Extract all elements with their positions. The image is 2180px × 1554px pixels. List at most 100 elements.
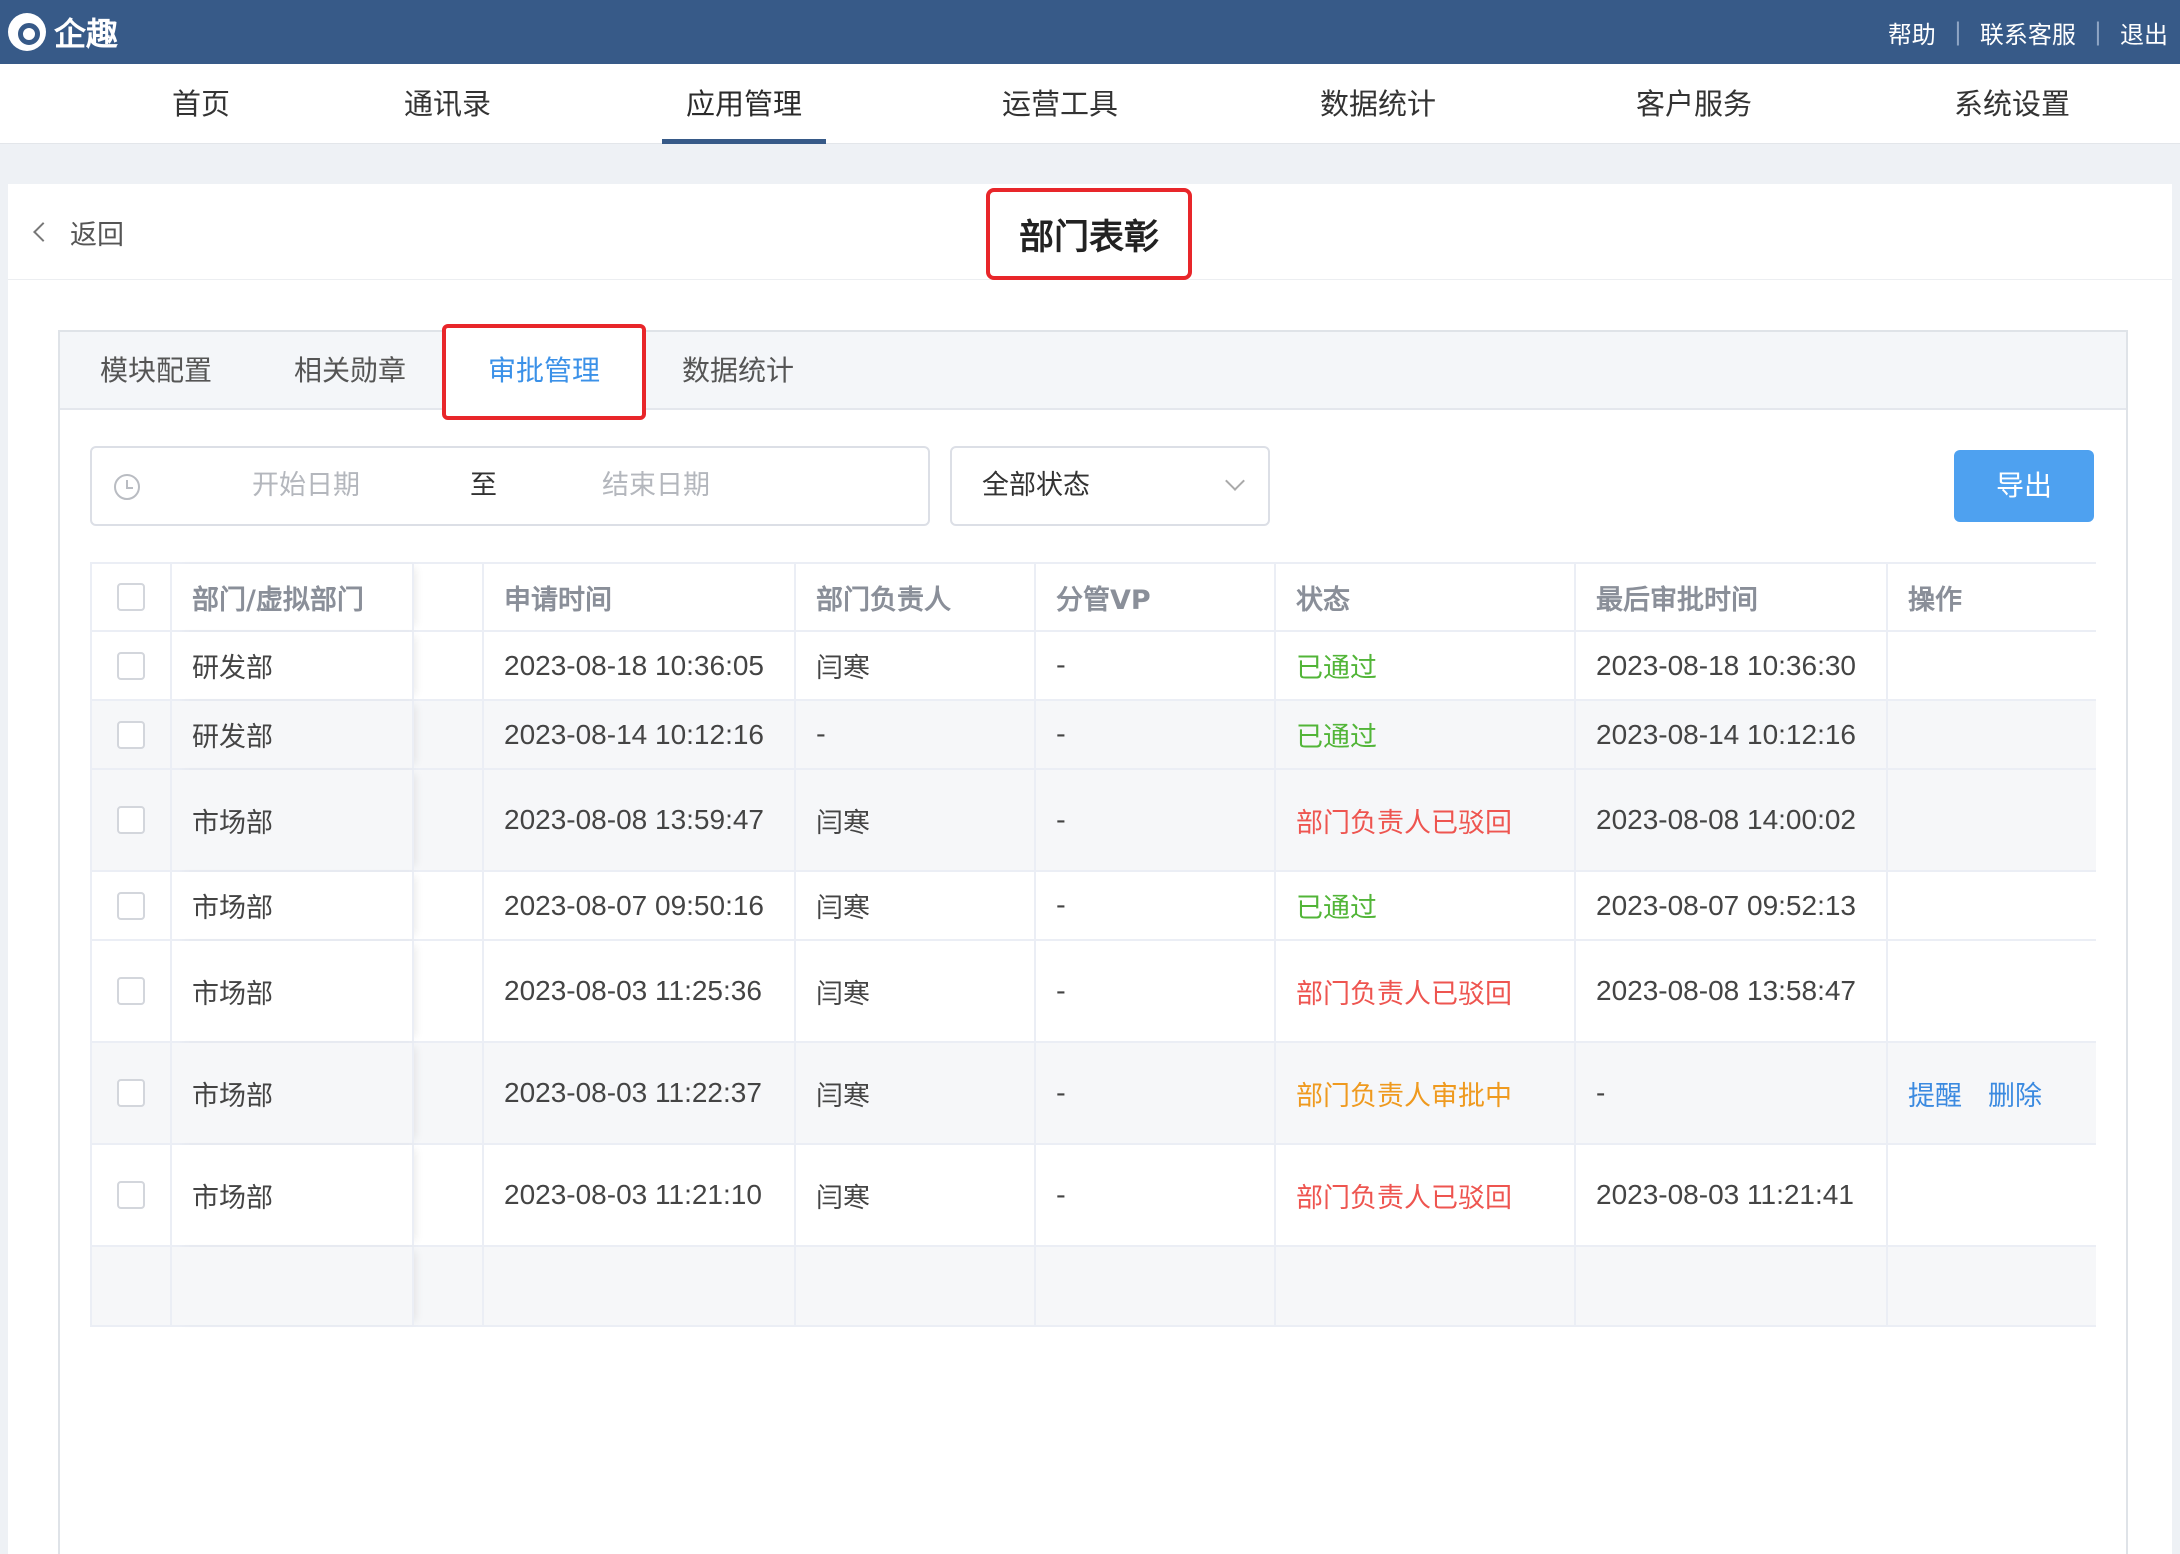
select-all-cell	[92, 564, 172, 630]
status-select-value: 全部状态	[982, 470, 1090, 501]
dept-cell: 市场部	[172, 770, 414, 870]
start-date-input[interactable]: 开始日期	[252, 448, 360, 524]
tab-related-medals[interactable]: 相关勋章	[294, 332, 406, 410]
row-select-cell	[92, 1145, 172, 1245]
divider: |	[2093, 18, 2102, 46]
date-range-picker[interactable]: 开始日期 至 结束日期	[90, 446, 930, 526]
clock-icon	[114, 474, 140, 500]
dept-cell: 研发部	[172, 701, 414, 768]
dept-cell: 市场部	[172, 941, 414, 1041]
actions-cell: 提醒 删除	[1888, 1043, 2096, 1143]
export-button[interactable]: 导出	[1954, 450, 2094, 522]
dept-cell	[172, 1247, 414, 1325]
help-link[interactable]: 帮助	[1888, 15, 1936, 50]
select-all-checkbox[interactable]	[117, 583, 145, 611]
nav-data-statistics[interactable]: 数据统计	[1320, 64, 1436, 144]
dept-owner-cell: 闫寒	[796, 1043, 1036, 1143]
app-logo[interactable]: 企趣	[8, 12, 119, 53]
status-cell: 已通过	[1276, 872, 1576, 939]
spacer-cell	[414, 632, 484, 699]
table-row: 市场部 2023-08-03 11:22:37 闫寒 - 部门负责人审批中 - …	[92, 1043, 2096, 1145]
tab-panel: 模块配置 相关勋章 审批管理 数据统计 开始日期 至 结束日期 全部状态 导出 …	[58, 324, 2128, 1554]
column-header-dept-owner: 部门负责人	[796, 564, 1036, 630]
apply-time-cell: 2023-08-08 13:59:47	[484, 770, 796, 870]
status-select[interactable]: 全部状态	[950, 446, 1270, 526]
row-select-cell	[92, 872, 172, 939]
dept-owner-cell: -	[796, 701, 1036, 768]
nav-home[interactable]: 首页	[172, 64, 230, 144]
logo-icon	[8, 13, 46, 51]
row-select-cell	[92, 1043, 172, 1143]
row-checkbox[interactable]	[117, 720, 145, 749]
status-cell: 部门负责人审批中	[1276, 1043, 1576, 1143]
actions-cell	[1888, 632, 2096, 699]
app-name: 企趣	[54, 15, 119, 53]
actions-cell	[1888, 770, 2096, 870]
remind-link[interactable]: 提醒	[1908, 1074, 1962, 1113]
contact-support-link[interactable]: 联系客服	[1980, 15, 2076, 50]
last-approval-time-cell: 2023-08-08 13:58:47	[1576, 941, 1888, 1041]
apply-time-cell: 2023-08-03 11:25:36	[484, 941, 796, 1041]
chevron-down-icon	[1225, 471, 1245, 491]
tab-data-statistics[interactable]: 数据统计	[682, 332, 794, 410]
row-checkbox[interactable]	[117, 1079, 145, 1107]
column-header-last-approval-time: 最后审批时间	[1576, 564, 1888, 630]
spacer-cell	[414, 1145, 484, 1245]
apply-time-cell: 2023-08-18 10:36:05	[484, 632, 796, 699]
nav-app-management[interactable]: 应用管理	[661, 64, 827, 144]
dept-cell: 市场部	[172, 872, 414, 939]
row-checkbox[interactable]	[117, 977, 145, 1005]
end-date-input[interactable]: 结束日期	[602, 448, 710, 524]
date-range-separator: 至	[470, 470, 497, 501]
column-spacer	[414, 564, 484, 630]
table-row: 研发部 2023-08-14 10:12:16 - - 已通过 2023-08-…	[92, 701, 2096, 770]
dept-cell: 研发部	[172, 632, 414, 699]
vp-cell: -	[1036, 941, 1276, 1041]
back-button[interactable]: 返回	[33, 212, 124, 252]
top-links: 帮助 | 联系客服 | 退出	[1888, 0, 2168, 64]
vp-cell: -	[1036, 872, 1276, 939]
status-cell: 部门负责人已驳回	[1276, 770, 1576, 870]
actions-cell	[1888, 1145, 2096, 1245]
last-approval-time-cell: 2023-08-14 10:12:16	[1576, 701, 1888, 768]
tab-module-config[interactable]: 模块配置	[100, 332, 212, 410]
divider: |	[1953, 18, 1962, 46]
delete-link[interactable]: 删除	[1988, 1074, 2042, 1113]
last-approval-time-cell: 2023-08-07 09:52:13	[1576, 872, 1888, 939]
dept-owner-cell: 闫寒	[796, 941, 1036, 1041]
main-nav: 首页 通讯录 应用管理 运营工具 数据统计 客户服务 系统设置	[0, 64, 2180, 144]
last-approval-time-cell	[1576, 1247, 1888, 1325]
chevron-left-icon	[33, 222, 53, 242]
nav-customer-service[interactable]: 客户服务	[1636, 64, 1752, 144]
table-header-row: 部门/虚拟部门 申请时间 部门负责人 分管VP 状态 最后审批时间 操作	[92, 564, 2096, 632]
spacer-cell	[414, 872, 484, 939]
nav-contacts[interactable]: 通讯录	[404, 64, 491, 144]
nav-operation-tools[interactable]: 运营工具	[1002, 64, 1118, 144]
actions-cell	[1888, 872, 2096, 939]
vp-cell: -	[1036, 1043, 1276, 1143]
table-row: 市场部 2023-08-03 11:25:36 闫寒 - 部门负责人已驳回 20…	[92, 941, 2096, 1043]
row-select-cell	[92, 941, 172, 1041]
apply-time-cell: 2023-08-07 09:50:16	[484, 872, 796, 939]
content-card: 返回 部门表彰 模块配置 相关勋章 审批管理 数据统计 开始日期 至 结束日期 …	[8, 184, 2172, 1554]
tab-approval-management[interactable]: 审批管理	[488, 332, 600, 410]
row-checkbox[interactable]	[117, 1181, 145, 1209]
apply-time-cell: 2023-08-03 11:21:10	[484, 1145, 796, 1245]
logout-link[interactable]: 退出	[2120, 15, 2168, 50]
status-cell: 已通过	[1276, 632, 1576, 699]
vp-cell	[1036, 1247, 1276, 1325]
dept-owner-cell: 闫寒	[796, 1145, 1036, 1245]
table-row	[92, 1247, 2096, 1327]
row-checkbox[interactable]	[117, 891, 145, 920]
column-header-apply-time: 申请时间	[484, 564, 796, 630]
apply-time-cell: 2023-08-03 11:22:37	[484, 1043, 796, 1143]
dept-owner-cell: 闫寒	[796, 632, 1036, 699]
table-row: 研发部 2023-08-18 10:36:05 闫寒 - 已通过 2023-08…	[92, 632, 2096, 701]
nav-system-settings[interactable]: 系统设置	[1954, 64, 2070, 144]
row-checkbox[interactable]	[117, 651, 145, 680]
dept-cell: 市场部	[172, 1145, 414, 1245]
dept-owner-cell	[796, 1247, 1036, 1325]
row-checkbox[interactable]	[117, 806, 145, 834]
last-approval-time-cell: 2023-08-18 10:36:30	[1576, 632, 1888, 699]
page-title: 部门表彰	[986, 188, 1192, 280]
